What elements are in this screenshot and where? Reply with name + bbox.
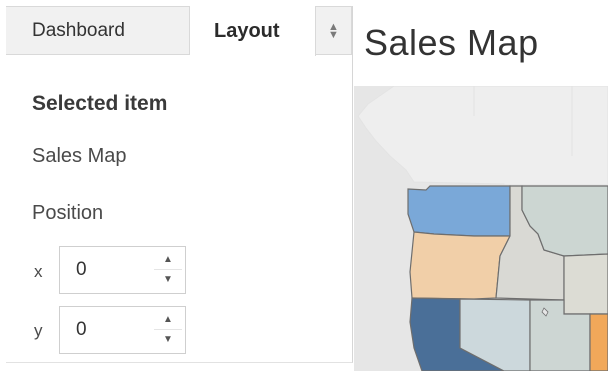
y-position-stepper[interactable]: 0 ▲ ▼	[59, 306, 186, 354]
x-position-stepper[interactable]: 0 ▲ ▼	[59, 246, 186, 294]
tab-dashboard[interactable]: Dashboard	[6, 6, 190, 55]
selected-item-name: Sales Map	[32, 145, 127, 167]
side-panel: Dashboard Layout ▲ ▼ Selected item Sales…	[6, 6, 353, 363]
tab-scroll-control[interactable]: ▲ ▼	[316, 6, 352, 55]
x-increment-icon[interactable]: ▲	[154, 250, 182, 269]
map-state-wyoming	[563, 253, 608, 315]
position-heading: Position	[32, 202, 104, 224]
panel-tabs: Dashboard Layout ▲ ▼	[6, 6, 352, 56]
map-state-oregon	[409, 231, 511, 300]
sales-map[interactable]	[354, 86, 608, 371]
tab-dashboard-label: Dashboard	[32, 19, 125, 41]
x-decrement-icon[interactable]: ▼	[154, 270, 182, 289]
x-label: x	[34, 262, 43, 281]
y-decrement-icon[interactable]: ▼	[154, 330, 182, 349]
selected-item-heading: Selected item	[32, 92, 168, 115]
tab-layout-label: Layout	[214, 19, 280, 42]
y-increment-icon[interactable]: ▲	[154, 310, 182, 329]
map-title: Sales Map	[364, 22, 539, 63]
sales-map-svg	[354, 86, 608, 371]
map-state-washington	[407, 185, 511, 237]
app-window: Dashboard Layout ▲ ▼ Selected item Sales…	[0, 0, 608, 371]
y-label: y	[34, 321, 43, 340]
y-position-value[interactable]: 0	[76, 319, 87, 341]
x-position-value[interactable]: 0	[76, 259, 87, 281]
map-state-colorado	[589, 313, 608, 371]
tab-scroll-down-icon[interactable]: ▼	[328, 29, 339, 40]
tab-layout[interactable]: Layout	[190, 6, 316, 56]
